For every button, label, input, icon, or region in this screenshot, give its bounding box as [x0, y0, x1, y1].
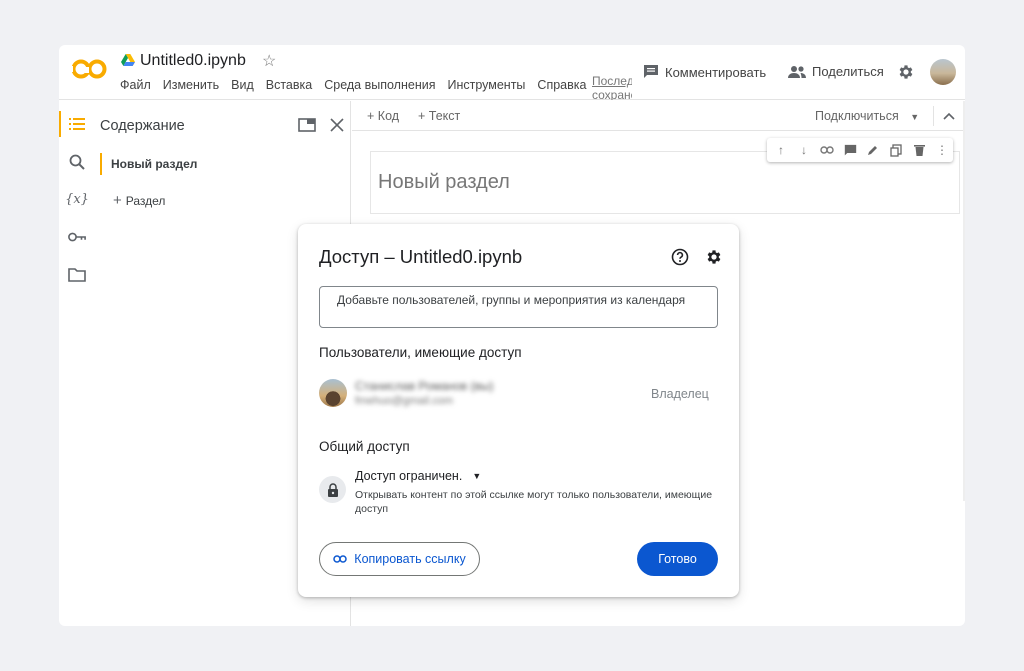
cell-heading: Новый раздел — [378, 171, 510, 193]
access-type-dropdown[interactable]: Доступ ограничен. ▼ — [355, 469, 481, 483]
dialog-title: Доступ – Untitled0.ipynb — [319, 246, 523, 267]
menu-item-view[interactable]: Вид — [231, 78, 254, 92]
menu-item-edit[interactable]: Изменить — [163, 78, 219, 92]
open-in-tab-icon[interactable] — [298, 116, 316, 134]
side-rail: {x} — [59, 101, 95, 626]
user-name: Станислав Романов (вы) — [355, 379, 494, 393]
notebook-title[interactable]: Untitled0.ipynb — [140, 52, 246, 70]
menu-item-insert[interactable]: Вставка — [266, 78, 312, 92]
star-icon[interactable]: ☆ — [262, 51, 276, 71]
add-code-button[interactable]: + Код — [367, 109, 399, 123]
delete-icon[interactable] — [911, 142, 927, 158]
scrollbar[interactable] — [963, 101, 965, 501]
settings-icon[interactable] — [705, 248, 723, 266]
connect-label: Подключиться — [815, 109, 899, 123]
more-vert-icon[interactable]: ⋮ — [934, 142, 950, 158]
share-dialog: Доступ – Untitled0.ipynb Добавьте пользо… — [298, 224, 739, 597]
toolbar-divider — [933, 106, 934, 126]
move-up-icon[interactable]: ↑ — [773, 142, 789, 158]
plus-icon: + — [418, 109, 429, 123]
toc-icon[interactable] — [68, 115, 86, 133]
share-label: Поделиться — [812, 64, 884, 79]
done-button[interactable]: Готово — [637, 542, 718, 576]
comment-button[interactable]: Комментировать — [643, 64, 766, 80]
comment-icon[interactable] — [842, 142, 858, 158]
add-section-label: Раздел — [125, 193, 166, 208]
add-section-button[interactable]: + Раздел — [113, 192, 165, 209]
access-description: Открывать контент по этой ссылке могут т… — [355, 489, 713, 515]
connect-button[interactable]: Подключиться ▼ — [815, 109, 919, 123]
user-role: Владелец — [651, 387, 709, 401]
caret-down-icon: ▼ — [910, 112, 920, 122]
close-icon[interactable] — [328, 116, 346, 134]
lock-icon — [319, 476, 346, 503]
user-email: fmehuo@gmail.com — [355, 395, 453, 407]
help-icon[interactable] — [671, 248, 689, 266]
access-type-label: Доступ ограничен. — [355, 469, 463, 483]
link-icon — [333, 555, 348, 563]
main-menu: Файл Изменить Вид Вставка Среда выполнен… — [120, 78, 598, 92]
menu-item-file[interactable]: Файл — [120, 78, 151, 92]
caret-down-icon: ▼ — [472, 471, 482, 481]
avatar — [319, 379, 347, 407]
colab-logo[interactable] — [71, 57, 107, 81]
share-button[interactable]: Поделиться — [788, 64, 884, 79]
link-icon[interactable] — [819, 142, 835, 158]
notebook-toolbar: + Код + Текст Подключиться ▼ — [352, 101, 965, 131]
copy-link-label: Копировать ссылку — [354, 552, 466, 566]
add-code-label: Код — [377, 109, 400, 123]
comment-icon — [644, 65, 658, 78]
add-text-button[interactable]: + Текст — [418, 109, 460, 123]
gear-icon[interactable] — [897, 63, 915, 81]
drive-icon[interactable] — [121, 54, 135, 66]
chevron-up-icon[interactable] — [943, 110, 955, 122]
add-text-label: Текст — [428, 109, 461, 123]
folder-icon[interactable] — [68, 266, 86, 284]
menu-item-tools[interactable]: Инструменты — [447, 78, 525, 92]
edit-icon[interactable] — [865, 142, 881, 158]
add-people-input[interactable]: Добавьте пользователей, группы и меропри… — [319, 286, 718, 328]
mirror-cell-icon[interactable] — [888, 142, 904, 158]
avatar[interactable] — [930, 59, 956, 85]
cell-toolbar: ↑ ↓ ⋮ — [767, 138, 953, 162]
comment-label: Комментировать — [665, 64, 767, 80]
menu-item-runtime[interactable]: Среда выполнения — [324, 78, 435, 92]
copy-link-button[interactable]: Копировать ссылку — [319, 542, 480, 576]
toc-item-section[interactable]: Новый раздел — [100, 153, 197, 175]
toc-title: Содержание — [100, 118, 185, 134]
move-down-icon[interactable]: ↓ — [796, 142, 812, 158]
menu-item-help[interactable]: Справка — [537, 78, 586, 92]
app-header: Untitled0.ipynb ☆ Файл Изменить Вид Вста… — [59, 45, 965, 100]
rail-active-indicator — [59, 111, 61, 137]
general-access-heading: Общий доступ — [319, 439, 410, 454]
plus-icon: + — [113, 192, 122, 209]
key-icon[interactable] — [68, 228, 86, 246]
plus-icon: + — [367, 109, 378, 123]
last-saved-link[interactable]: Последнее сохранение — [592, 74, 632, 100]
search-icon[interactable] — [68, 153, 86, 171]
people-with-access-heading: Пользователи, имеющие доступ — [319, 345, 522, 360]
variables-icon[interactable]: {x} — [65, 190, 89, 208]
people-icon — [788, 65, 806, 78]
